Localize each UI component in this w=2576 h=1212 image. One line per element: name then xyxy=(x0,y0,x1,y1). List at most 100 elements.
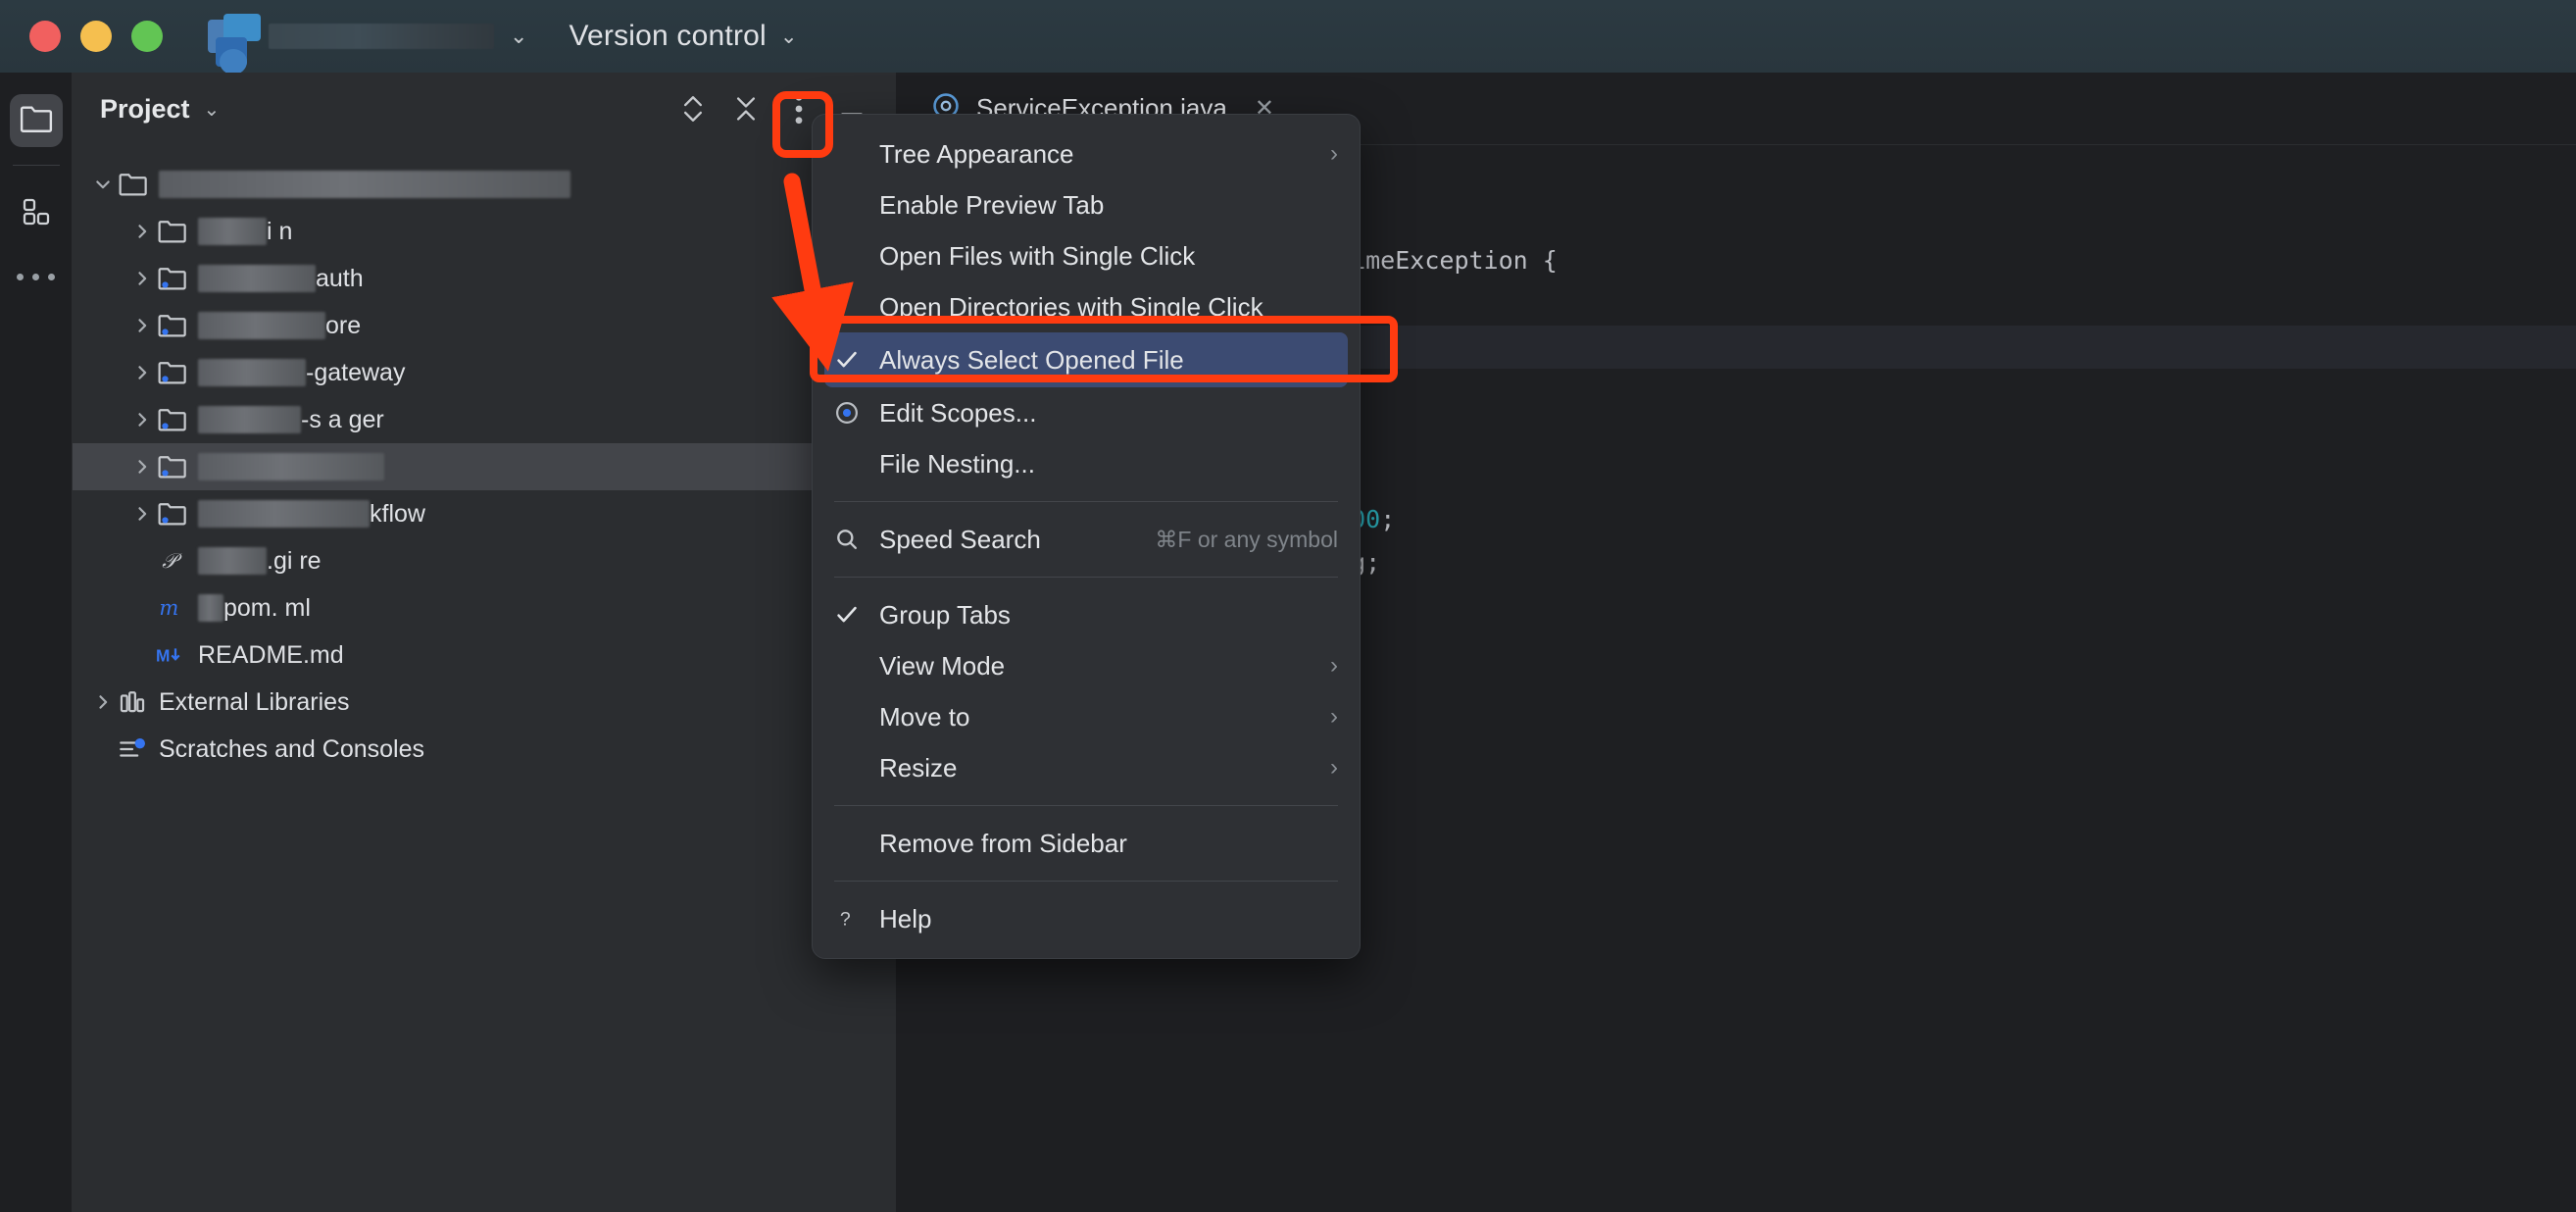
more-dots-icon xyxy=(48,274,55,280)
more-dots-icon xyxy=(32,274,39,280)
help-icon: ? xyxy=(834,906,879,932)
redacted-text xyxy=(198,593,223,622)
tree-row[interactable]: i n xyxy=(73,208,896,255)
activity-bar xyxy=(0,73,73,1212)
menu-item-move-to[interactable]: Move to › xyxy=(813,691,1360,742)
menu-separator xyxy=(834,501,1338,502)
chevron-right-icon[interactable] xyxy=(129,407,155,432)
library-icon xyxy=(116,685,149,719)
more-tool-windows-button[interactable] xyxy=(17,274,55,280)
maven-icon: m xyxy=(155,591,188,625)
redacted-text xyxy=(198,546,267,575)
chevron-right-icon[interactable] xyxy=(129,313,155,338)
chevron-right-icon: › xyxy=(1330,652,1338,679)
menu-item-edit-scopes[interactable]: Edit Scopes... xyxy=(813,387,1360,438)
menu-item-label: File Nesting... xyxy=(879,448,1035,479)
project-tool-window: Project ⌄ i n auth ore -gateway -s a ger… xyxy=(73,73,896,1212)
chevron-right-icon[interactable] xyxy=(129,501,155,527)
menu-item-always-select-opened-file[interactable]: Always Select Opened File xyxy=(824,332,1348,387)
minimize-window-button[interactable] xyxy=(80,21,112,52)
svg-text:𝒫: 𝒫 xyxy=(162,549,182,573)
redacted-text xyxy=(198,264,316,292)
chevron-right-icon[interactable] xyxy=(129,266,155,291)
svg-text:M: M xyxy=(156,646,170,666)
tree-row[interactable]: M README.md xyxy=(73,631,896,679)
redacted-text xyxy=(198,217,267,245)
tree-row-label xyxy=(198,452,384,481)
tree-row-label: .gi re xyxy=(198,546,322,576)
collapse-all-button[interactable] xyxy=(723,86,768,131)
redacted-text xyxy=(198,358,306,386)
module-icon xyxy=(155,497,188,530)
chevron-right-icon[interactable] xyxy=(129,219,155,244)
tree-row[interactable] xyxy=(73,443,896,490)
tree-row[interactable]: -gateway xyxy=(73,349,896,396)
menu-item-label: Remove from Sidebar xyxy=(879,828,1127,858)
menu-item-label: Open Directories with Single Click xyxy=(879,291,1263,322)
tree-row-label: README.md xyxy=(198,640,344,669)
tree-row-label xyxy=(159,170,570,199)
menu-item-file-nesting[interactable]: File Nesting... xyxy=(813,438,1360,489)
tree-row-label: kflow xyxy=(198,499,425,529)
menu-item-label: Edit Scopes... xyxy=(879,397,1037,428)
expand-collapse-button[interactable] xyxy=(670,86,716,131)
project-selector[interactable]: ⌄ xyxy=(204,0,527,75)
chevron-right-icon[interactable] xyxy=(129,360,155,385)
tree-row[interactable]: ore xyxy=(73,302,896,349)
project-root-icon xyxy=(116,168,149,201)
chevron-down-icon[interactable]: ⌄ xyxy=(204,97,221,122)
project-options-context-menu[interactable]: Tree Appearance › Enable Preview Tab Open F… xyxy=(812,114,1361,959)
menu-item-remove-from-sidebar[interactable]: Remove from Sidebar xyxy=(813,818,1360,869)
menu-item-open-directories-with-single-click[interactable]: Open Directories with Single Click xyxy=(813,281,1360,332)
menu-item-resize[interactable]: Resize › xyxy=(813,742,1360,793)
tree-row[interactable] xyxy=(73,161,896,208)
menu-item-label: Open Files with Single Click xyxy=(879,240,1196,271)
menu-separator xyxy=(834,577,1338,578)
sidebar-item-project[interactable] xyxy=(9,94,63,147)
tree-row[interactable]: External Libraries xyxy=(73,679,896,726)
tree-row-label: -gateway xyxy=(198,358,405,387)
chevron-right-icon[interactable] xyxy=(129,454,155,480)
tree-row-label: External Libraries xyxy=(159,687,350,716)
menu-item-label: Group Tabs xyxy=(879,599,1011,630)
gitignore-icon: 𝒫 xyxy=(155,544,188,578)
menu-item-open-files-with-single-click[interactable]: Open Files with Single Click xyxy=(813,230,1360,281)
chevron-right-icon[interactable] xyxy=(90,689,116,715)
chevron-down-icon: ⌄ xyxy=(779,25,798,48)
menu-item-view-mode[interactable]: View Mode › xyxy=(813,640,1360,691)
menu-item-help[interactable]: ? Help xyxy=(813,893,1360,944)
menu-item-group-tabs[interactable]: Group Tabs xyxy=(813,589,1360,640)
close-window-button[interactable] xyxy=(29,21,61,52)
scratches-icon xyxy=(116,732,149,766)
tree-row[interactable]: Scratches and Consoles xyxy=(73,726,896,773)
sidebar-item-structure[interactable] xyxy=(10,187,63,240)
chevron-right-icon: › xyxy=(1330,754,1338,781)
menu-item-shortcut: ⌘F or any symbol xyxy=(1155,526,1338,552)
svg-text:?: ? xyxy=(840,909,851,931)
tree-row-label: auth xyxy=(198,264,364,293)
menu-item-speed-search[interactable]: Speed Search ⌘F or any symbol xyxy=(813,514,1360,565)
menu-item-enable-preview-tab[interactable]: Enable Preview Tab xyxy=(813,179,1360,230)
chevron-down-icon[interactable] xyxy=(90,172,116,197)
svg-text:m: m xyxy=(159,596,178,620)
tree-row[interactable]: -s a ger xyxy=(73,396,896,443)
collapse-all-icon xyxy=(732,92,760,126)
tree-row[interactable]: auth xyxy=(73,255,896,302)
tree-row[interactable]: kflow xyxy=(73,490,896,537)
tree-row[interactable]: m pom. ml xyxy=(73,584,896,631)
tree-row[interactable]: 𝒫 .gi re xyxy=(73,537,896,584)
menu-item-label: Always Select Opened File xyxy=(879,344,1184,375)
module-icon xyxy=(155,450,188,483)
project-logo-icon xyxy=(204,6,265,75)
module-icon xyxy=(155,309,188,342)
menu-separator xyxy=(834,881,1338,882)
menu-item-tree-appearance[interactable]: Tree Appearance › xyxy=(813,128,1360,179)
redacted-text xyxy=(198,311,325,339)
redacted-text xyxy=(159,170,570,198)
tree-row-label: Scratches and Consoles xyxy=(159,734,424,763)
module-icon xyxy=(155,403,188,436)
zoom-window-button[interactable] xyxy=(131,21,163,52)
project-tree[interactable]: i n auth ore -gateway -s a ger kflow 𝒫 .gi re m p… xyxy=(73,145,896,773)
version-control-widget[interactable]: Version control ⌄ xyxy=(527,20,797,53)
window-traffic-lights xyxy=(29,21,163,52)
